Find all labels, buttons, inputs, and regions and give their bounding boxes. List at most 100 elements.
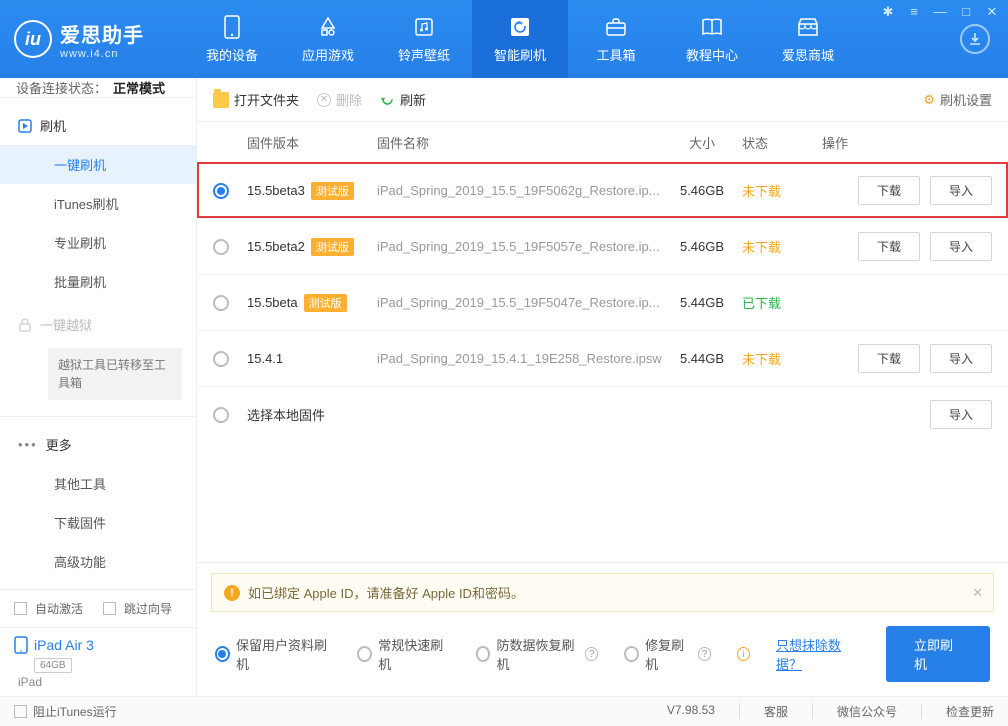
sidebar-item-pro-flash[interactable]: 专业刷机 bbox=[0, 223, 196, 262]
device-type: iPad bbox=[18, 675, 182, 689]
start-flash-button[interactable]: 立即刷机 bbox=[886, 626, 990, 682]
bottom-panel: ! 如已绑定 Apple ID，请准备好 Apple ID和密码。 ✕ 保留用户… bbox=[197, 562, 1008, 696]
firmware-row[interactable]: 15.4.1 iPad_Spring_2019_15.4.1_19E258_Res… bbox=[197, 330, 1008, 386]
device-row[interactable]: iPad Air 3 64GB iPad bbox=[0, 627, 196, 701]
flash-sq-icon bbox=[18, 119, 32, 133]
mode-anti-recover[interactable]: 防数据恢复刷机? bbox=[476, 635, 599, 673]
firmware-version: 15.5beta bbox=[247, 295, 298, 310]
sidebar-item-other-tools[interactable]: 其他工具 bbox=[0, 464, 196, 503]
open-folder-button[interactable]: 打开文件夹 bbox=[213, 90, 299, 109]
firmware-filename: iPad_Spring_2019_15.5_19F5047e_Restore.i… bbox=[377, 295, 662, 310]
table-header: 固件版本 固件名称 大小 状态 操作 bbox=[197, 122, 1008, 162]
sidebar-item-batch-flash[interactable]: 批量刷机 bbox=[0, 262, 196, 301]
close-icon[interactable]: ✕ bbox=[984, 4, 1000, 20]
firmware-size: 5.44GB bbox=[662, 351, 742, 366]
import-local-button[interactable]: 导入 bbox=[930, 400, 992, 429]
nav-my-device[interactable]: 我的设备 bbox=[184, 0, 280, 78]
minimize-icon[interactable]: — bbox=[932, 4, 948, 20]
music-icon bbox=[412, 15, 436, 39]
firmware-version: 15.4.1 bbox=[247, 351, 283, 366]
sidebar-head-flash[interactable]: 刷机 bbox=[0, 106, 196, 145]
firmware-radio[interactable] bbox=[213, 295, 229, 311]
firmware-version: 15.5beta3 bbox=[247, 183, 305, 198]
firmware-radio[interactable] bbox=[213, 183, 229, 199]
maximize-icon[interactable]: □ bbox=[958, 4, 974, 20]
auto-activate-row: 自动激活 跳过向导 bbox=[0, 590, 196, 627]
import-button[interactable]: 导入 bbox=[930, 176, 992, 205]
download-manager-button[interactable] bbox=[960, 24, 990, 54]
nav-tools[interactable]: 工具箱 bbox=[568, 0, 664, 78]
firmware-row[interactable]: 15.5beta 测试版 iPad_Spring_2019_15.5_19F5047… bbox=[197, 274, 1008, 330]
mode-repair[interactable]: 修复刷机? bbox=[624, 635, 711, 673]
close-warning-button[interactable]: ✕ bbox=[972, 585, 983, 601]
toolbox-icon bbox=[604, 15, 628, 39]
sidebar-item-onekey-flash[interactable]: 一键刷机 bbox=[0, 145, 196, 184]
nav-store[interactable]: 爱思商城 bbox=[760, 0, 856, 78]
auto-activate-checkbox[interactable] bbox=[14, 602, 27, 615]
firmware-status: 未下载 bbox=[742, 349, 822, 368]
firmware-radio[interactable] bbox=[213, 239, 229, 255]
sidebar: 设备连接状态：正常模式 刷机 一键刷机 iTunes刷机 专业刷机 批量刷机 一… bbox=[0, 78, 197, 696]
radio-local[interactable] bbox=[213, 407, 229, 423]
delete-button[interactable]: ✕删除 bbox=[317, 90, 362, 109]
delete-icon: ✕ bbox=[317, 93, 331, 107]
info-icon: i bbox=[737, 647, 750, 661]
device-connection-status: 设备连接状态：正常模式 bbox=[0, 78, 196, 98]
device-capacity: 64GB bbox=[34, 658, 72, 673]
check-update-link[interactable]: 检查更新 bbox=[946, 703, 994, 720]
support-link[interactable]: 客服 bbox=[764, 703, 788, 720]
warning-icon: ! bbox=[224, 585, 240, 601]
refresh-button[interactable]: 刷新 bbox=[380, 90, 426, 109]
sidebar-item-download-fw[interactable]: 下载固件 bbox=[0, 503, 196, 542]
block-itunes-checkbox[interactable] bbox=[14, 705, 27, 718]
nav-tutorials[interactable]: 教程中心 bbox=[664, 0, 760, 78]
mode-keep-data[interactable]: 保留用户资料刷机 bbox=[215, 635, 331, 673]
store-icon bbox=[796, 15, 820, 39]
beta-tag: 测试版 bbox=[304, 294, 347, 312]
flash-settings-button[interactable]: ⚙刷机设置 bbox=[923, 90, 992, 109]
refresh-icon bbox=[508, 15, 532, 39]
nav-ringtones[interactable]: 铃声壁纸 bbox=[376, 0, 472, 78]
help-icon[interactable]: ? bbox=[585, 647, 598, 661]
phone-icon bbox=[220, 15, 244, 39]
beta-tag: 测试版 bbox=[311, 182, 354, 200]
toolbar: 打开文件夹 ✕删除 刷新 ⚙刷机设置 bbox=[197, 78, 1008, 122]
logo-badge-icon: iu bbox=[14, 20, 52, 58]
download-icon bbox=[968, 32, 982, 46]
firmware-row[interactable]: 15.5beta3 测试版 iPad_Spring_2019_15.5_19F506… bbox=[197, 162, 1008, 218]
erase-data-link[interactable]: 只想抹除数据？ bbox=[776, 635, 860, 673]
menu-icon[interactable]: ✱ bbox=[880, 4, 896, 20]
firmware-filename: iPad_Spring_2019_15.5_19F5057e_Restore.i… bbox=[377, 239, 662, 254]
content-area: 打开文件夹 ✕删除 刷新 ⚙刷机设置 固件版本 固件名称 大小 状态 操作 15… bbox=[197, 78, 1008, 696]
import-button[interactable]: 导入 bbox=[930, 344, 992, 373]
sidebar-head-jailbreak: 一键越狱 bbox=[0, 305, 196, 344]
window-controls: ✱ ≡ — □ ✕ bbox=[880, 4, 1000, 20]
firmware-size: 5.46GB bbox=[662, 239, 742, 254]
firmware-filename: iPad_Spring_2019_15.5_19F5062g_Restore.i… bbox=[377, 183, 662, 198]
download-button[interactable]: 下载 bbox=[858, 232, 920, 261]
mode-normal[interactable]: 常规快速刷机 bbox=[357, 635, 449, 673]
sidebar-head-more[interactable]: ••• 更多 bbox=[0, 425, 196, 464]
firmware-row[interactable]: 15.5beta2测试版iPad_Spring_2019_15.5_19F505… bbox=[197, 218, 1008, 274]
firmware-size: 5.44GB bbox=[662, 295, 742, 310]
firmware-status: 未下载 bbox=[742, 237, 822, 256]
app-version: V7.98.53 bbox=[667, 703, 715, 720]
firmware-version: 15.5beta2 bbox=[247, 239, 305, 254]
sidebar-item-advanced[interactable]: 高级功能 bbox=[0, 542, 196, 581]
local-firmware-row[interactable]: 选择本地固件 导入 bbox=[197, 386, 1008, 442]
app-name: 爱思助手 bbox=[60, 19, 144, 48]
ipad-icon bbox=[14, 636, 28, 654]
download-button[interactable]: 下载 bbox=[858, 176, 920, 205]
firmware-radio[interactable] bbox=[213, 351, 229, 367]
firmware-status: 未下载 bbox=[742, 181, 822, 200]
help-icon[interactable]: ? bbox=[698, 647, 711, 661]
wechat-link[interactable]: 微信公众号 bbox=[837, 703, 897, 720]
download-button[interactable]: 下载 bbox=[858, 344, 920, 373]
nav-flash[interactable]: 智能刷机 bbox=[472, 0, 568, 78]
nav-apps[interactable]: 应用游戏 bbox=[280, 0, 376, 78]
firmware-filename: iPad_Spring_2019_15.4.1_19E258_Restore.i… bbox=[377, 351, 662, 366]
import-button[interactable]: 导入 bbox=[930, 232, 992, 261]
list-icon[interactable]: ≡ bbox=[906, 4, 922, 20]
sidebar-item-itunes-flash[interactable]: iTunes刷机 bbox=[0, 184, 196, 223]
skip-guide-checkbox[interactable] bbox=[103, 602, 116, 615]
